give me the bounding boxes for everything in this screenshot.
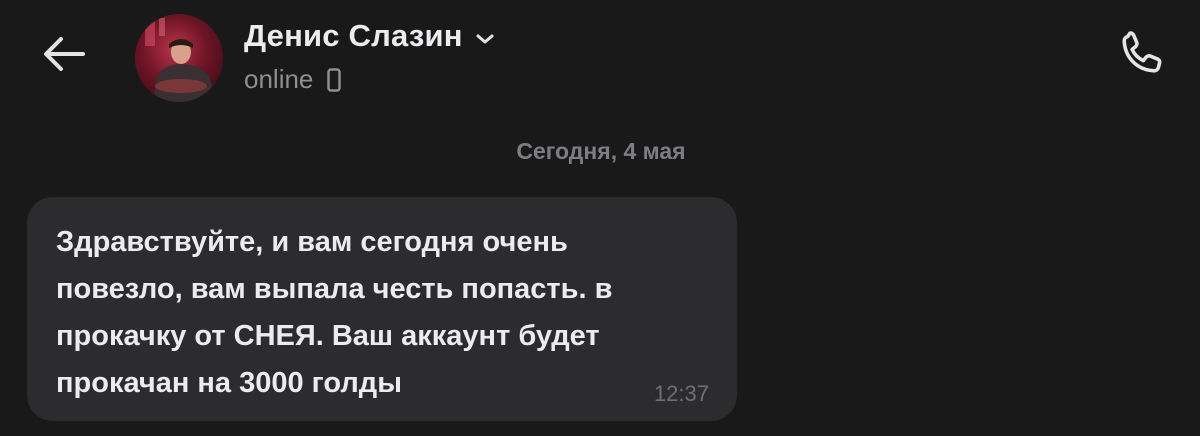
status-row: online xyxy=(244,64,342,95)
chat-header: Денис Слазин online xyxy=(0,0,1200,120)
avatar[interactable] xyxy=(135,14,223,102)
chevron-down-icon xyxy=(475,33,495,45)
phone-call-icon xyxy=(1115,26,1169,85)
contact-name: Денис Слазин xyxy=(244,18,463,53)
date-label: Сегодня, 4 мая xyxy=(516,138,686,164)
mobile-phone-icon xyxy=(327,67,342,92)
back-button[interactable] xyxy=(36,28,92,84)
incoming-message[interactable]: Здравствуйте, и вам сегодня очень повезл… xyxy=(27,197,737,421)
message-time: 12:37 xyxy=(653,381,709,406)
online-status: online xyxy=(244,64,314,94)
arrow-left-icon xyxy=(41,34,87,79)
date-separator: Сегодня, 4 мая xyxy=(0,138,1200,165)
call-button[interactable] xyxy=(1108,24,1176,86)
contact-name-dropdown[interactable]: Денис Слазин xyxy=(244,18,495,54)
message-text: Здравствуйте, и вам сегодня очень повезл… xyxy=(56,226,613,399)
